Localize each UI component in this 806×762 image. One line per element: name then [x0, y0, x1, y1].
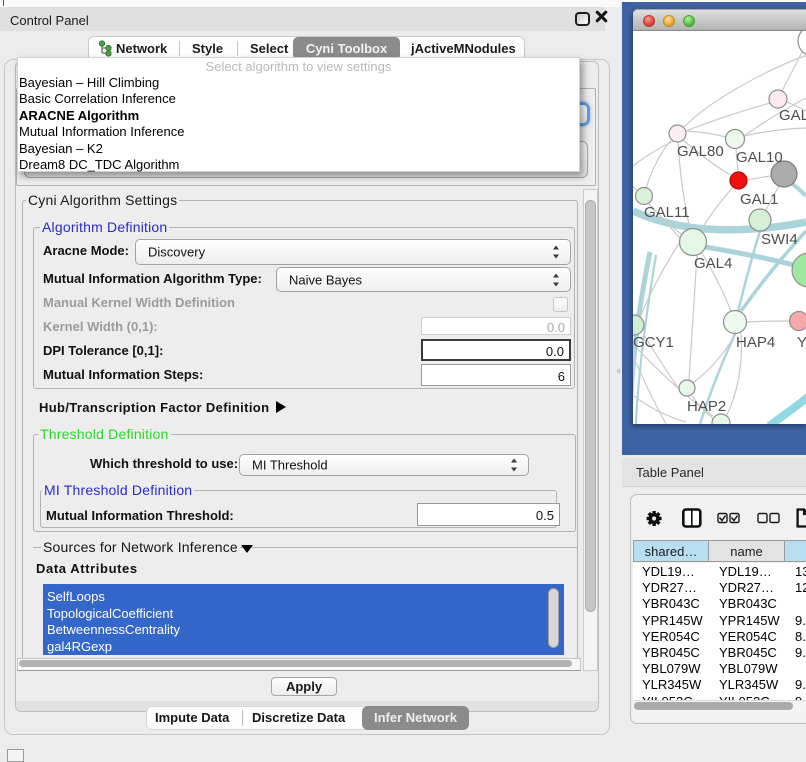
svg-text:HAP2: HAP2 — [687, 398, 726, 415]
svg-text:GAL7: GAL7 — [779, 107, 806, 124]
svg-text:GAL1: GAL1 — [740, 191, 778, 208]
svg-text:GAL80: GAL80 — [677, 143, 724, 160]
svg-text:GAL4: GAL4 — [694, 255, 732, 272]
svg-text:HAP4: HAP4 — [736, 334, 775, 351]
svg-text:SWI4: SWI4 — [761, 231, 798, 248]
svg-text:GAL10: GAL10 — [736, 149, 783, 166]
svg-text:GAL11: GAL11 — [644, 204, 690, 221]
svg-text:GCY1: GCY1 — [633, 334, 674, 351]
svg-text:Y: Y — [797, 334, 806, 351]
